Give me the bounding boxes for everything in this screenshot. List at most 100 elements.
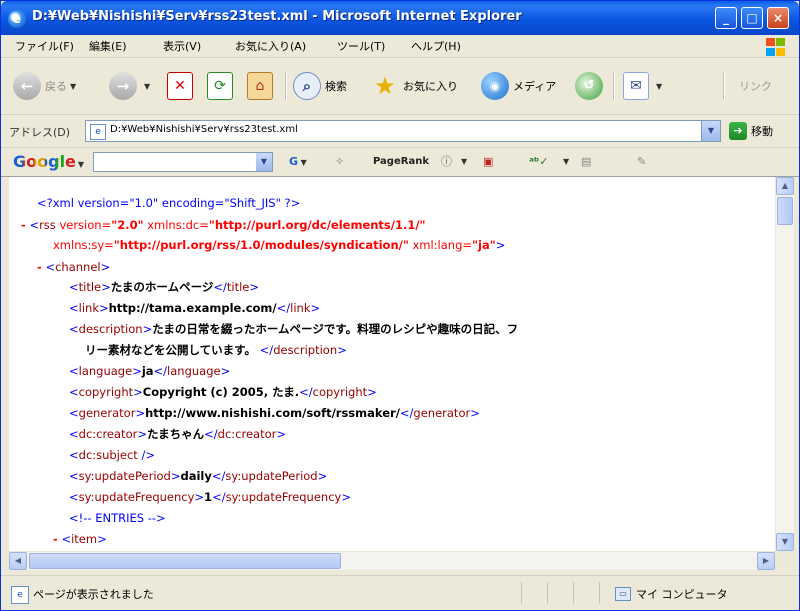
media-label: メディア xyxy=(513,80,557,93)
google-site-search-icon[interactable]: ✧ xyxy=(335,153,344,171)
links-button[interactable]: リンク xyxy=(739,70,772,102)
back-arrow-icon: ← xyxy=(13,72,41,100)
back-dropdown-icon[interactable]: ▼ xyxy=(70,82,76,91)
page-content: <?xml version="1.0" encoding="Shift_JIS"… xyxy=(9,177,775,551)
page-icon: e xyxy=(90,124,106,140)
media-globe-icon: ◉ xyxy=(481,72,509,100)
menu-tools[interactable]: ツール(T) xyxy=(337,38,385,54)
ie-logo-icon: e xyxy=(8,10,26,28)
favorites-label: お気に入り xyxy=(403,80,458,93)
google-logo-text: Google xyxy=(13,152,76,171)
xml-channel-open: - <channel> xyxy=(37,260,111,274)
close-button[interactable]: × xyxy=(767,7,789,29)
go-arrow-icon: ➔ xyxy=(729,122,747,140)
search-icon: ⌕ xyxy=(293,72,321,100)
zone-label: マイ コンピュータ xyxy=(636,588,728,601)
menu-edit[interactable]: 編集(E) xyxy=(89,38,127,54)
menu-view[interactable]: 表示(V) xyxy=(163,38,201,54)
spellcheck-dropdown-icon[interactable]: ▼ xyxy=(563,153,569,171)
status-bar: e ページが表示されました ▭ マイ コンピュータ xyxy=(1,575,799,610)
forward-dropdown-icon[interactable]: ▼ xyxy=(144,82,150,91)
status-text: ページが表示されました xyxy=(33,588,154,601)
xml-description-cont: リー素材などを公開しています。 </description> xyxy=(85,343,347,357)
mail-button[interactable]: ✉ ▼ xyxy=(623,70,662,102)
xml-generator: <generator>http://www.nishishi.com/soft/… xyxy=(69,406,480,420)
stop-button[interactable]: ✕ xyxy=(167,70,197,102)
go-label: 移動 xyxy=(751,125,773,138)
windows-flag-icon xyxy=(765,37,787,57)
back-label: 戻る xyxy=(45,80,67,93)
autofill-icon[interactable]: ▤ xyxy=(581,153,591,171)
title-bar[interactable]: e D:¥Web¥Nishishi¥Serv¥rss23test.xml - M… xyxy=(1,1,799,35)
my-computer-icon: ▭ xyxy=(615,587,631,601)
menu-help[interactable]: ヘルプ(H) xyxy=(411,38,461,54)
star-icon: ★ xyxy=(374,72,396,100)
google-search-button[interactable]: G ▼ xyxy=(289,153,307,171)
google-toolbar: Google ▼ ▼ G ▼ ✧ PageRank ⓘ ▼ ▣ ᵃᵇ✓ ▼ ▤ ✎ xyxy=(1,148,799,177)
xml-rss-open: - <rss version="2.0" xmlns:dc="http://pu… xyxy=(21,218,426,232)
search-label: 検索 xyxy=(325,80,347,93)
menu-bar: ファイル(F) 編集(E) 表示(V) お気に入り(A) ツール(T) ヘルプ(… xyxy=(1,35,799,58)
xml-update-period: <sy:updatePeriod>daily</sy:updatePeriod> xyxy=(69,469,328,483)
xml-item-open: - <item> xyxy=(53,532,107,546)
vertical-scroll-thumb[interactable] xyxy=(777,197,793,225)
standard-toolbar: ← 戻る ▼ → ▼ ✕ ⟳ ⌂ ⌕ 検索 ★ お気に入り ◉ メディア ↺ ✉… xyxy=(1,58,799,115)
menu-favorites[interactable]: お気に入り(A) xyxy=(235,38,306,54)
scroll-up-arrow-icon[interactable]: ▲ xyxy=(776,177,794,195)
refresh-icon: ⟳ xyxy=(207,72,233,100)
xml-declaration: <?xml version="1.0" encoding="Shift_JIS"… xyxy=(37,196,301,210)
xml-title: <title>たまのホームページ</title> xyxy=(69,280,259,294)
scroll-right-arrow-icon[interactable]: ▶ xyxy=(757,552,775,570)
address-dropdown-icon[interactable]: ▼ xyxy=(701,121,720,141)
window-title: D:¥Web¥Nishishi¥Serv¥rss23test.xml - Mic… xyxy=(32,9,522,24)
home-button[interactable]: ⌂ xyxy=(247,70,277,102)
go-button[interactable]: ➔ 移動 xyxy=(729,121,773,141)
info-dropdown-icon[interactable]: ▼ xyxy=(461,153,467,171)
address-input[interactable]: e D:¥Web¥Nishishi¥Serv¥rss23test.xml ▼ xyxy=(85,120,721,142)
pagerank-label[interactable]: PageRank xyxy=(373,153,429,171)
scroll-left-arrow-icon[interactable]: ◀ xyxy=(9,552,27,570)
history-button[interactable]: ↺ xyxy=(575,70,607,102)
xml-link: <link>http://tama.example.com/</link> xyxy=(69,301,321,315)
security-zone: ▭ マイ コンピュータ xyxy=(615,586,728,602)
address-value: D:¥Web¥Nishishi¥Serv¥rss23test.xml xyxy=(110,124,298,135)
scroll-down-arrow-icon[interactable]: ▼ xyxy=(776,533,794,551)
google-dropdown-icon[interactable]: ▼ xyxy=(78,160,84,169)
google-search-input[interactable]: ▼ xyxy=(93,152,273,172)
popup-blocker-icon[interactable]: ▣ xyxy=(483,153,493,171)
scroll-corner xyxy=(775,551,793,569)
collapse-rss-toggle[interactable]: - xyxy=(21,218,26,232)
stop-icon: ✕ xyxy=(167,72,193,100)
home-icon: ⌂ xyxy=(247,72,273,100)
media-button[interactable]: ◉ メディア xyxy=(481,70,556,102)
horizontal-scrollbar[interactable]: ◀ ▶ xyxy=(9,551,775,570)
forward-arrow-icon: → xyxy=(109,72,137,100)
back-button[interactable]: ← 戻る ▼ xyxy=(13,70,76,102)
mail-dropdown-icon[interactable]: ▼ xyxy=(656,82,662,91)
horizontal-scroll-thumb[interactable] xyxy=(29,553,341,569)
highlight-icon[interactable]: ✎ xyxy=(637,153,646,171)
search-button[interactable]: ⌕ 検索 xyxy=(293,70,347,102)
address-label: アドレス(D) xyxy=(9,126,71,139)
spellcheck-icon[interactable]: ᵃᵇ✓ xyxy=(529,153,549,171)
page-status-icon: e xyxy=(11,586,29,604)
favorites-button[interactable]: ★ お気に入り xyxy=(371,70,458,102)
xml-description: <description>たまの日常を綴ったホームページです。料理のレシピや趣味… xyxy=(69,322,519,336)
refresh-button[interactable]: ⟳ xyxy=(207,70,237,102)
xml-language: <language>ja</language> xyxy=(69,364,231,378)
collapse-item-toggle[interactable]: - xyxy=(53,532,58,546)
maximize-button[interactable]: □ xyxy=(741,7,763,29)
minimize-button[interactable]: _ xyxy=(715,7,737,29)
google-logo[interactable]: Google ▼ xyxy=(13,152,84,171)
address-bar: アドレス(D) e D:¥Web¥Nishishi¥Serv¥rss23test… xyxy=(1,115,799,148)
google-search-dropdown-icon[interactable]: ▼ xyxy=(256,153,272,171)
xml-comment: <!-- ENTRIES --> xyxy=(69,511,166,525)
collapse-channel-toggle[interactable]: - xyxy=(37,260,42,274)
mail-icon: ✉ xyxy=(623,72,649,100)
vertical-scrollbar[interactable]: ▲ ▼ xyxy=(775,177,794,551)
xml-copyright: <copyright>Copyright (c) 2005, たま.</copy… xyxy=(69,385,377,399)
info-icon[interactable]: ⓘ xyxy=(441,153,452,171)
xml-update-frequency: <sy:updateFrequency>1</sy:updateFrequenc… xyxy=(69,490,351,504)
forward-button[interactable]: → ▼ xyxy=(109,70,150,102)
menu-file[interactable]: ファイル(F) xyxy=(15,38,74,54)
